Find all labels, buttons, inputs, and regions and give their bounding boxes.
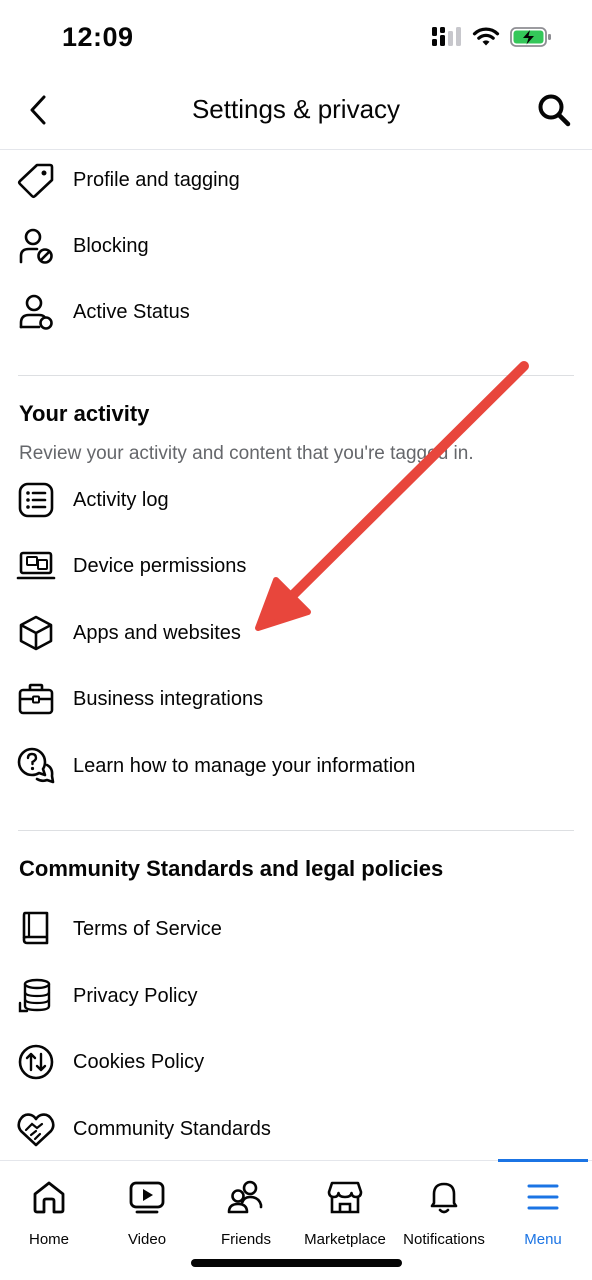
friends-icon (226, 1177, 266, 1217)
status-icons (432, 26, 552, 48)
menu-item-label: Privacy Policy (73, 984, 198, 1007)
tab-label: Video (127, 1231, 167, 1248)
menu-item-business-integrations[interactable]: Business integrations (0, 669, 592, 729)
settings-list[interactable]: Profile and tagging Blocking Active Stat… (0, 150, 592, 1160)
menu-item-terms-of-service[interactable]: Terms of Service (0, 899, 592, 959)
menu-item-profile-and-tagging[interactable]: Profile and tagging (0, 150, 592, 210)
handshake-heart-icon (16, 1109, 56, 1149)
menu-item-apps-and-websites[interactable]: Apps and websites (0, 603, 592, 663)
book-icon (16, 909, 56, 949)
menu-icon (523, 1177, 563, 1217)
list-icon (16, 480, 56, 520)
menu-item-label: Business integrations (73, 687, 264, 710)
tab-label: Home (28, 1231, 69, 1248)
menu-item-label: Community Standards (73, 1117, 271, 1140)
nav-header: Settings & privacy (0, 78, 592, 150)
page-title: Settings & privacy (191, 94, 401, 124)
cellular-signal-icon (432, 27, 461, 46)
bell-icon (424, 1177, 464, 1217)
menu-item-label: Learn how to manage your information (73, 754, 416, 777)
search-button[interactable] (534, 90, 574, 130)
marketplace-icon (325, 1177, 365, 1217)
section-title-your-activity: Your activity (19, 401, 150, 426)
menu-item-label: Terms of Service (73, 917, 222, 940)
video-icon (127, 1177, 167, 1217)
menu-item-active-status[interactable]: Active Status (0, 282, 592, 342)
status-bar: 12:09 (0, 0, 592, 78)
menu-item-learn-manage-information[interactable]: Learn how to manage your information (0, 736, 592, 796)
home-icon (29, 1177, 69, 1217)
menu-item-label: Active Status (73, 300, 190, 323)
menu-item-blocking[interactable]: Blocking (0, 216, 592, 276)
briefcase-icon (16, 679, 56, 719)
tab-label: Marketplace (304, 1231, 386, 1248)
user-block-icon (16, 226, 56, 266)
tab-menu[interactable]: Menu (494, 1161, 592, 1251)
menu-item-device-permissions[interactable]: Device permissions (0, 536, 592, 596)
menu-item-label: Apps and websites (73, 621, 241, 644)
menu-item-label: Activity log (73, 488, 169, 511)
user-status-icon (16, 292, 56, 332)
tab-marketplace[interactable]: Marketplace (296, 1161, 394, 1251)
tab-label: Friends (220, 1231, 272, 1248)
home-indicator (191, 1259, 402, 1267)
cookie-arrows-icon (16, 1042, 56, 1082)
menu-item-privacy-policy[interactable]: Privacy Policy (0, 966, 592, 1026)
menu-item-label: Profile and tagging (73, 168, 240, 191)
menu-item-label: Device permissions (73, 554, 247, 577)
wifi-icon (472, 27, 500, 46)
section-title-legal-policies: Community Standards and legal policies (19, 856, 444, 881)
tab-label: Menu (524, 1231, 562, 1248)
question-chat-icon (16, 746, 56, 786)
menu-item-label: Cookies Policy (73, 1050, 205, 1073)
section-subtitle: Review your activity and content that yo… (19, 443, 474, 464)
battery-charging-icon (510, 27, 551, 47)
cube-icon (16, 613, 56, 653)
section-divider (18, 830, 574, 831)
section-divider (18, 375, 574, 376)
tab-friends[interactable]: Friends (197, 1161, 295, 1251)
tab-home[interactable]: Home (0, 1161, 98, 1251)
devices-icon (16, 546, 56, 586)
tab-notifications[interactable]: Notifications (395, 1161, 493, 1251)
menu-item-community-standards[interactable]: Community Standards (0, 1099, 592, 1159)
tab-video[interactable]: Video (98, 1161, 196, 1251)
menu-item-cookies-policy[interactable]: Cookies Policy (0, 1032, 592, 1092)
status-time: 12:09 (62, 22, 134, 52)
menu-item-label: Blocking (73, 234, 149, 257)
tab-label: Notifications (403, 1231, 485, 1248)
database-icon (16, 976, 56, 1016)
tag-icon (16, 160, 56, 200)
menu-item-activity-log[interactable]: Activity log (0, 470, 592, 530)
search-icon (538, 94, 571, 127)
